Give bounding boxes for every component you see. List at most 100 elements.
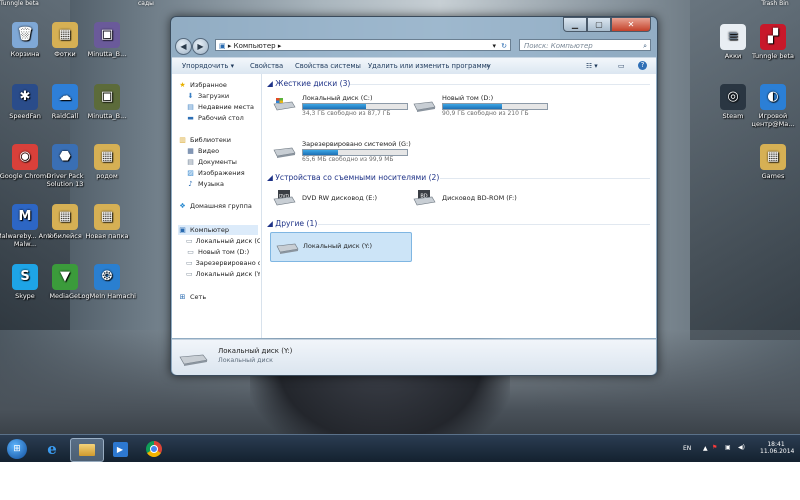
folder-icon: ▦ <box>94 144 120 170</box>
taskbar-chrome[interactable] <box>138 438 170 460</box>
back-button[interactable]: ◀ <box>175 38 192 55</box>
nav-computer[interactable]: ▣ Компьютер <box>178 225 258 235</box>
desktop-icon-14[interactable]: ❂ LogMeIn Hamachi <box>76 264 138 300</box>
address-dropdown-icon[interactable]: ▾ <box>492 40 496 52</box>
start-button[interactable]: ⊞ <box>4 438 30 460</box>
folder-icon: ▦ <box>760 144 786 170</box>
organize-button[interactable]: Упорядочить ▾ <box>182 58 234 74</box>
search-icon[interactable]: ⌕ <box>643 40 647 52</box>
nav-network[interactable]: ⊞ Сеть <box>178 292 207 302</box>
preview-pane-button[interactable]: ▭ <box>618 58 624 74</box>
details-subtitle: Локальный диск <box>218 357 273 364</box>
desktop-icon-18[interactable]: ◐ Игровой центр@Ma... <box>742 84 800 128</box>
help-button[interactable]: ? <box>638 61 647 70</box>
bd-drive-icon: BD <box>412 189 436 207</box>
drive-usage-fill <box>303 104 367 109</box>
video-file-icon: ▣ <box>94 22 120 48</box>
desktop-icon-19[interactable]: ▦ Games <box>742 144 800 180</box>
close-button[interactable]: ✕ <box>611 17 651 32</box>
breadcrumb-computer[interactable]: Компьютер <box>234 42 276 50</box>
details-title: Локальный диск (Y:) <box>218 347 293 355</box>
minimize-button[interactable]: ▁ <box>563 17 587 32</box>
nav-drive-d[interactable]: ▭ Новый том (D:) <box>186 247 260 257</box>
desktop-label-cut: сады <box>138 0 154 7</box>
drive-icon <box>272 144 296 158</box>
more-commands-button[interactable]: » <box>486 58 490 74</box>
group-header-hard-drives[interactable]: ◢ Жесткие диски (3) <box>267 79 350 89</box>
star-icon: ★ <box>179 81 186 89</box>
view-options-button[interactable]: ☷ ▾ <box>586 58 598 74</box>
desktop-icon-16[interactable]: ▞ Tunngle beta <box>742 24 800 60</box>
nav-recent-places[interactable]: ▤ Недавние места <box>186 102 254 112</box>
drive-c[interactable]: Локальный диск (C:) 34,3 ГБ свободно из … <box>272 94 412 122</box>
properties-button[interactable]: Свойства <box>250 58 283 74</box>
desktop-icon: ▬ <box>187 114 194 122</box>
nav-video[interactable]: ▦ Видео <box>186 146 219 156</box>
show-hidden-icons-button[interactable]: ▲ <box>703 445 708 452</box>
taskbar-internet-explorer[interactable]: e <box>36 438 68 460</box>
windows-drive-icon <box>272 98 296 112</box>
drive-y[interactable]: Локальный диск (Y:) <box>270 232 412 262</box>
desktop-icon-11[interactable]: ▦ Новая папка <box>76 204 138 240</box>
forward-button[interactable]: ▶ <box>192 38 209 55</box>
refresh-icon[interactable]: ↻ <box>501 40 507 52</box>
nav-libraries[interactable]: ▥ Библиотеки <box>178 135 231 145</box>
nav-drive-g[interactable]: ▭ Зарезервировано с <box>186 258 260 268</box>
nav-images[interactable]: ▨ Изображения <box>186 168 244 178</box>
drive-free-space: 34,3 ГБ свободно из 87,7 ГБ <box>302 110 391 117</box>
bd-rom-drive[interactable]: BD Дисковод BD-ROM (F:) <box>412 189 552 217</box>
nav-downloads[interactable]: ⬇ Загрузки <box>186 91 230 101</box>
dvd-drive[interactable]: DVD DVD RW дисковод (E:) <box>272 189 412 217</box>
desktop: Tunngle beta сады Trash Bin 🗑 Корзина ▦ Фот… <box>0 0 800 462</box>
desktop-icon-2[interactable]: ▣ Minutta_B... <box>76 22 138 58</box>
nav-drive-y[interactable]: ▭ Локальный диск (Y: <box>186 269 260 279</box>
clock-date: 11.06.2014 <box>760 448 795 455</box>
downloads-icon: ⬇ <box>187 92 194 100</box>
desktop-icon-label: родом <box>96 172 118 180</box>
drive-free-space: 65,6 МБ свободно из 99,9 МБ <box>302 156 394 163</box>
documents-icon: ▤ <box>187 158 194 166</box>
tunngle-icon: ▞ <box>760 24 786 50</box>
desktop-icon-8[interactable]: ▦ родом <box>76 144 138 180</box>
breadcrumb-separator[interactable]: ▸ <box>278 42 282 50</box>
nav-drive-c[interactable]: ▭ Локальный диск (C <box>186 236 260 246</box>
desktop-icon-label: Minutta_B... <box>87 50 127 58</box>
nav-documents[interactable]: ▤ Документы <box>186 157 237 167</box>
clock[interactable]: 18:41 11.06.2014 <box>760 441 795 455</box>
drive-icon: ▭ <box>186 259 193 267</box>
system-properties-button[interactable]: Свойства системы <box>295 58 361 74</box>
nav-music[interactable]: ♪ Музыка <box>186 179 224 189</box>
search-input[interactable]: Поиск: Компьютер ⌕ <box>519 39 651 51</box>
group-header-other[interactable]: ◢ Другие (1) <box>267 219 317 229</box>
drive-name: Локальный диск (C:) <box>302 94 373 102</box>
drive-name: Новый том (D:) <box>442 94 494 102</box>
address-bar[interactable]: ▣ ▸ Компьютер ▸ ▾ ↻ <box>215 39 511 51</box>
nav-desktop[interactable]: ▬ Рабочий стол <box>186 113 244 123</box>
drive-g[interactable]: Зарезервировано системой (G:) 65,6 МБ св… <box>272 140 422 168</box>
video-file-icon: ▣ <box>94 84 120 110</box>
action-center-icon[interactable]: ⚑ <box>712 444 717 451</box>
computer-icon: ▣ <box>179 226 186 234</box>
drive-d[interactable]: Новый том (D:) 90,9 ГБ свободно из 210 Г… <box>412 94 552 122</box>
taskbar: ⊞ e ▶ EN ▲ ⚑ ▣ ◀) 18:41 11.06.2014 <box>0 434 800 462</box>
maximize-button[interactable]: ▢ <box>587 17 611 32</box>
command-bar: Упорядочить ▾ Свойства Свойства системы … <box>172 57 656 75</box>
drive-usage-fill <box>303 150 339 155</box>
volume-icon[interactable]: ◀) <box>738 444 745 451</box>
taskbar-media-player[interactable]: ▶ <box>104 438 136 460</box>
nav-homegroup[interactable]: ❖ Домашняя группа <box>178 201 252 211</box>
group-divider <box>440 178 650 179</box>
desktop-icon-label: Tunngle beta <box>752 52 794 60</box>
nav-favorites[interactable]: ★ Избранное <box>178 80 227 90</box>
desktop-icon-5[interactable]: ▣ Minutta_B... <box>76 84 138 120</box>
address-row: ◀ ▶ ▣ ▸ Компьютер ▸ ▾ ↻ Поиск: Компьютер… <box>175 38 651 55</box>
homegroup-icon: ❖ <box>179 202 186 210</box>
drive-name: Локальный диск (Y:) <box>303 242 373 250</box>
explorer-window[interactable]: ▁ ▢ ✕ ◀ ▶ ▣ ▸ Компьютер ▸ ▾ ↻ Поиск: Ком… <box>170 16 658 376</box>
network-tray-icon[interactable]: ▣ <box>725 444 731 451</box>
group-header-removable[interactable]: ◢ Устройства со съемными носителями (2) <box>267 173 439 183</box>
taskbar-explorer[interactable] <box>70 438 104 462</box>
language-indicator[interactable]: EN <box>683 445 691 452</box>
uninstall-program-button[interactable]: Удалить или изменить программу <box>368 58 491 74</box>
desktop-label-cut: Trash Bin <box>761 0 789 7</box>
